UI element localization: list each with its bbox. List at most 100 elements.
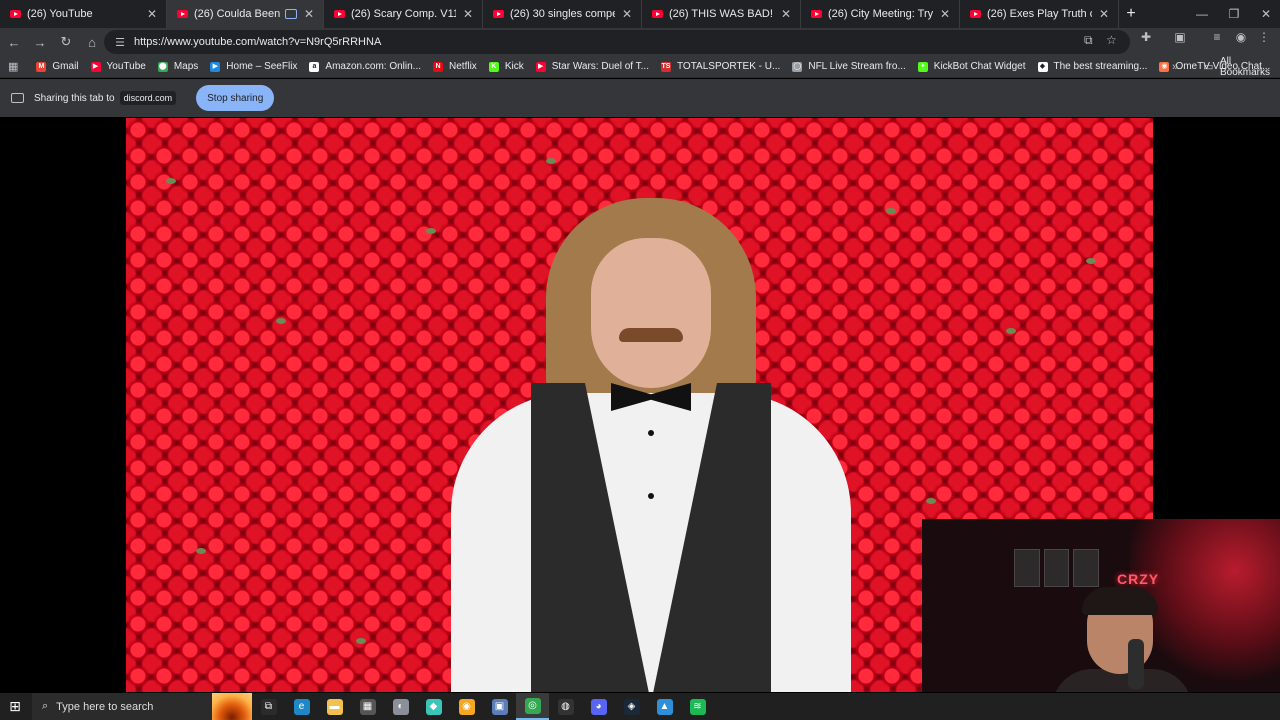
bookmark-favicon-icon: ✦ xyxy=(917,61,928,72)
bookmark-item[interactable]: a Amazon.com: Onlin... xyxy=(309,61,421,72)
bookmark-star-icon[interactable]: ☆ xyxy=(1106,33,1117,47)
close-icon[interactable]: ✕ xyxy=(780,7,792,21)
install-app-icon[interactable]: ⧉ xyxy=(1084,33,1093,48)
close-icon[interactable]: ✕ xyxy=(146,7,158,21)
bookmark-item[interactable]: ▶ YouTube xyxy=(90,61,146,72)
extensions-icon[interactable]: ✚ xyxy=(1136,30,1156,44)
bookmark-item[interactable]: N Netflix xyxy=(433,61,477,72)
bookmark-item[interactable]: ◯ NFL Live Stream fro... xyxy=(792,61,906,72)
bookmark-item[interactable]: ⬤ Maps xyxy=(157,61,198,72)
discord-taskbar-button[interactable]: ◕ xyxy=(582,693,615,720)
minimize-button[interactable]: — xyxy=(1186,0,1218,28)
app-icon-4: ▣ xyxy=(491,698,508,715)
search-highlight-image[interactable] xyxy=(212,693,252,720)
bookmark-label: NFL Live Stream fro... xyxy=(808,61,906,72)
edge-taskbar-button[interactable]: e xyxy=(285,693,318,720)
restore-button[interactable]: ❐ xyxy=(1218,0,1250,28)
close-icon[interactable]: ✕ xyxy=(462,7,474,21)
forward-icon[interactable]: → xyxy=(28,30,52,54)
bookmark-item[interactable]: ▶ Home – SeeFlix xyxy=(210,61,297,72)
spotify-taskbar-button[interactable]: ≋ xyxy=(681,693,714,720)
address-bar[interactable]: ☰ https://www.youtube.com/watch?v=N9rQ5r… xyxy=(104,30,1130,54)
host-person xyxy=(451,198,851,692)
obs-taskbar-button[interactable]: ◍ xyxy=(549,693,582,720)
task-view-taskbar-button[interactable]: ⧉ xyxy=(252,693,285,720)
tab-label: (26) Coulda Been Love 2 Ep xyxy=(194,8,281,20)
tab-coulda-been-love[interactable]: (26) Coulda Been Love 2 Ep ✕ xyxy=(167,0,324,28)
bookmark-label: TOTALSPORTEK - U... xyxy=(676,61,781,72)
sharing-domain: discord.com xyxy=(119,91,177,105)
app-icon-1: ◐ xyxy=(392,698,409,715)
start-button[interactable]: ⊞ xyxy=(0,693,30,720)
bookmark-item[interactable]: M Gmail xyxy=(36,61,79,72)
youtube-icon xyxy=(811,10,822,18)
bookmark-favicon-icon: K xyxy=(488,61,499,72)
edge-icon: e xyxy=(293,698,310,715)
bookmark-label: Gmail xyxy=(52,61,79,72)
bookmark-label: Netflix xyxy=(449,61,477,72)
bookmark-favicon-icon: ◯ xyxy=(792,61,803,72)
bookmark-favicon-icon: N xyxy=(433,61,444,72)
close-icon[interactable]: ✕ xyxy=(939,7,951,21)
bookmark-label: KickBot Chat Widget xyxy=(933,61,1026,72)
bookmarks-bar: ▦ M Gmail ▶ YouTube ⬤ Maps ▶ Home – SeeFlix a Ama… xyxy=(0,56,1280,78)
tab-exes-play[interactable]: (26) Exes Play Truth or Drink | C ✕ xyxy=(960,0,1119,28)
bookmark-label: Kick xyxy=(504,61,524,72)
taskbar-search[interactable]: ⌕ Type here to search xyxy=(32,693,212,720)
file-explorer-taskbar-button[interactable]: ▬ xyxy=(318,693,351,720)
bookmark-favicon-icon: ▶ xyxy=(535,61,546,72)
bookmark-item[interactable]: K Kick xyxy=(488,61,524,72)
more-bookmarks-icon[interactable]: » xyxy=(1172,61,1178,73)
app-icon-3-taskbar-button[interactable]: ◉ xyxy=(450,693,483,720)
tab-label: (26) THIS WAS BAD! LosPollosT xyxy=(669,8,774,20)
tab-label: (26) 30 singles compete for lov xyxy=(510,8,615,20)
tab-label: (26) Exes Play Truth or Drink | C xyxy=(987,8,1092,20)
new-tab-button[interactable]: + xyxy=(1119,0,1143,28)
back-icon[interactable]: ← xyxy=(2,30,26,54)
tab-scary-comp[interactable]: (26) Scary Comp. V112 - YouTu ✕ xyxy=(324,0,483,28)
app-icon-2-taskbar-button[interactable]: ◆ xyxy=(417,693,450,720)
tab-youtube[interactable]: (26) YouTube ✕ xyxy=(0,0,167,28)
app-icon-1-taskbar-button[interactable]: ◐ xyxy=(384,693,417,720)
bookmark-item[interactable]: TS TOTALSPORTEK - U... xyxy=(660,61,781,72)
youtube-icon xyxy=(493,10,504,18)
search-placeholder: Type here to search xyxy=(56,700,154,713)
close-icon[interactable]: ✕ xyxy=(1098,7,1110,21)
bookmark-item[interactable]: ◆ The best streaming... xyxy=(1037,61,1147,72)
tab-this-was-bad[interactable]: (26) THIS WAS BAD! LosPollosT ✕ xyxy=(642,0,801,28)
tab-strip: (26) YouTube ✕ (26) Coulda Been Love 2 E… xyxy=(0,0,1280,28)
close-window-button[interactable]: ✕ xyxy=(1250,0,1280,28)
media-controls-icon[interactable]: ≡ xyxy=(1207,30,1227,44)
neon-sign: CRZY xyxy=(1117,571,1160,587)
taskbar-apps: ⧉ e ▬ ▦ ◐ ◆ ◉ ▣ ◎ ◍ ◕ ◈ ▲ ≋ xyxy=(252,693,714,720)
close-icon[interactable]: ✕ xyxy=(303,7,315,21)
app-icon-4-taskbar-button[interactable]: ▣ xyxy=(483,693,516,720)
windows-taskbar: ⊞ ⌕ Type here to search ⧉ e ▬ ▦ ◐ ◆ ◉ ▣ ◎ ◍ ◕ ◈ ▲ ≋ xyxy=(0,693,1280,720)
stop-sharing-button[interactable]: Stop sharing xyxy=(196,85,275,111)
tab-label: (26) Scary Comp. V112 - YouTu xyxy=(351,8,456,20)
profile-icon[interactable]: ◉ xyxy=(1231,30,1251,44)
side-panel-icon[interactable]: ▣ xyxy=(1170,30,1190,44)
all-bookmarks[interactable]: All Bookmarks xyxy=(1220,56,1280,78)
apps-grid-icon[interactable]: ▦ xyxy=(8,60,18,73)
tab-city-meeting[interactable]: (26) City Meeting: Try Not To La ✕ xyxy=(801,0,960,28)
bookmark-item[interactable]: ✦ KickBot Chat Widget xyxy=(917,61,1026,72)
menu-icon[interactable]: ⋮ xyxy=(1254,30,1274,44)
home-icon[interactable]: ⌂ xyxy=(80,30,104,54)
bookmark-favicon-icon: TS xyxy=(660,61,671,72)
bookmark-item[interactable]: ▶ Star Wars: Duel of T... xyxy=(535,61,649,72)
tab-30-singles[interactable]: (26) 30 singles compete for lov ✕ xyxy=(483,0,642,28)
picture-in-picture-icon[interactable] xyxy=(285,9,297,19)
steam-taskbar-button[interactable]: ◈ xyxy=(615,693,648,720)
close-icon[interactable]: ✕ xyxy=(621,7,633,21)
search-icon: ⌕ xyxy=(42,700,49,712)
site-info-icon[interactable]: ☰ xyxy=(112,36,128,49)
folder-icon: ▭ xyxy=(1203,61,1214,73)
file-explorer-icon: ▬ xyxy=(326,698,343,715)
reload-icon[interactable]: ↻ xyxy=(54,30,78,54)
bookmark-label: Home – SeeFlix xyxy=(226,61,298,72)
calculator-taskbar-button[interactable]: ▦ xyxy=(351,693,384,720)
photos-icon: ▲ xyxy=(656,698,673,715)
photos-taskbar-button[interactable]: ▲ xyxy=(648,693,681,720)
chrome-taskbar-button[interactable]: ◎ xyxy=(516,693,549,720)
